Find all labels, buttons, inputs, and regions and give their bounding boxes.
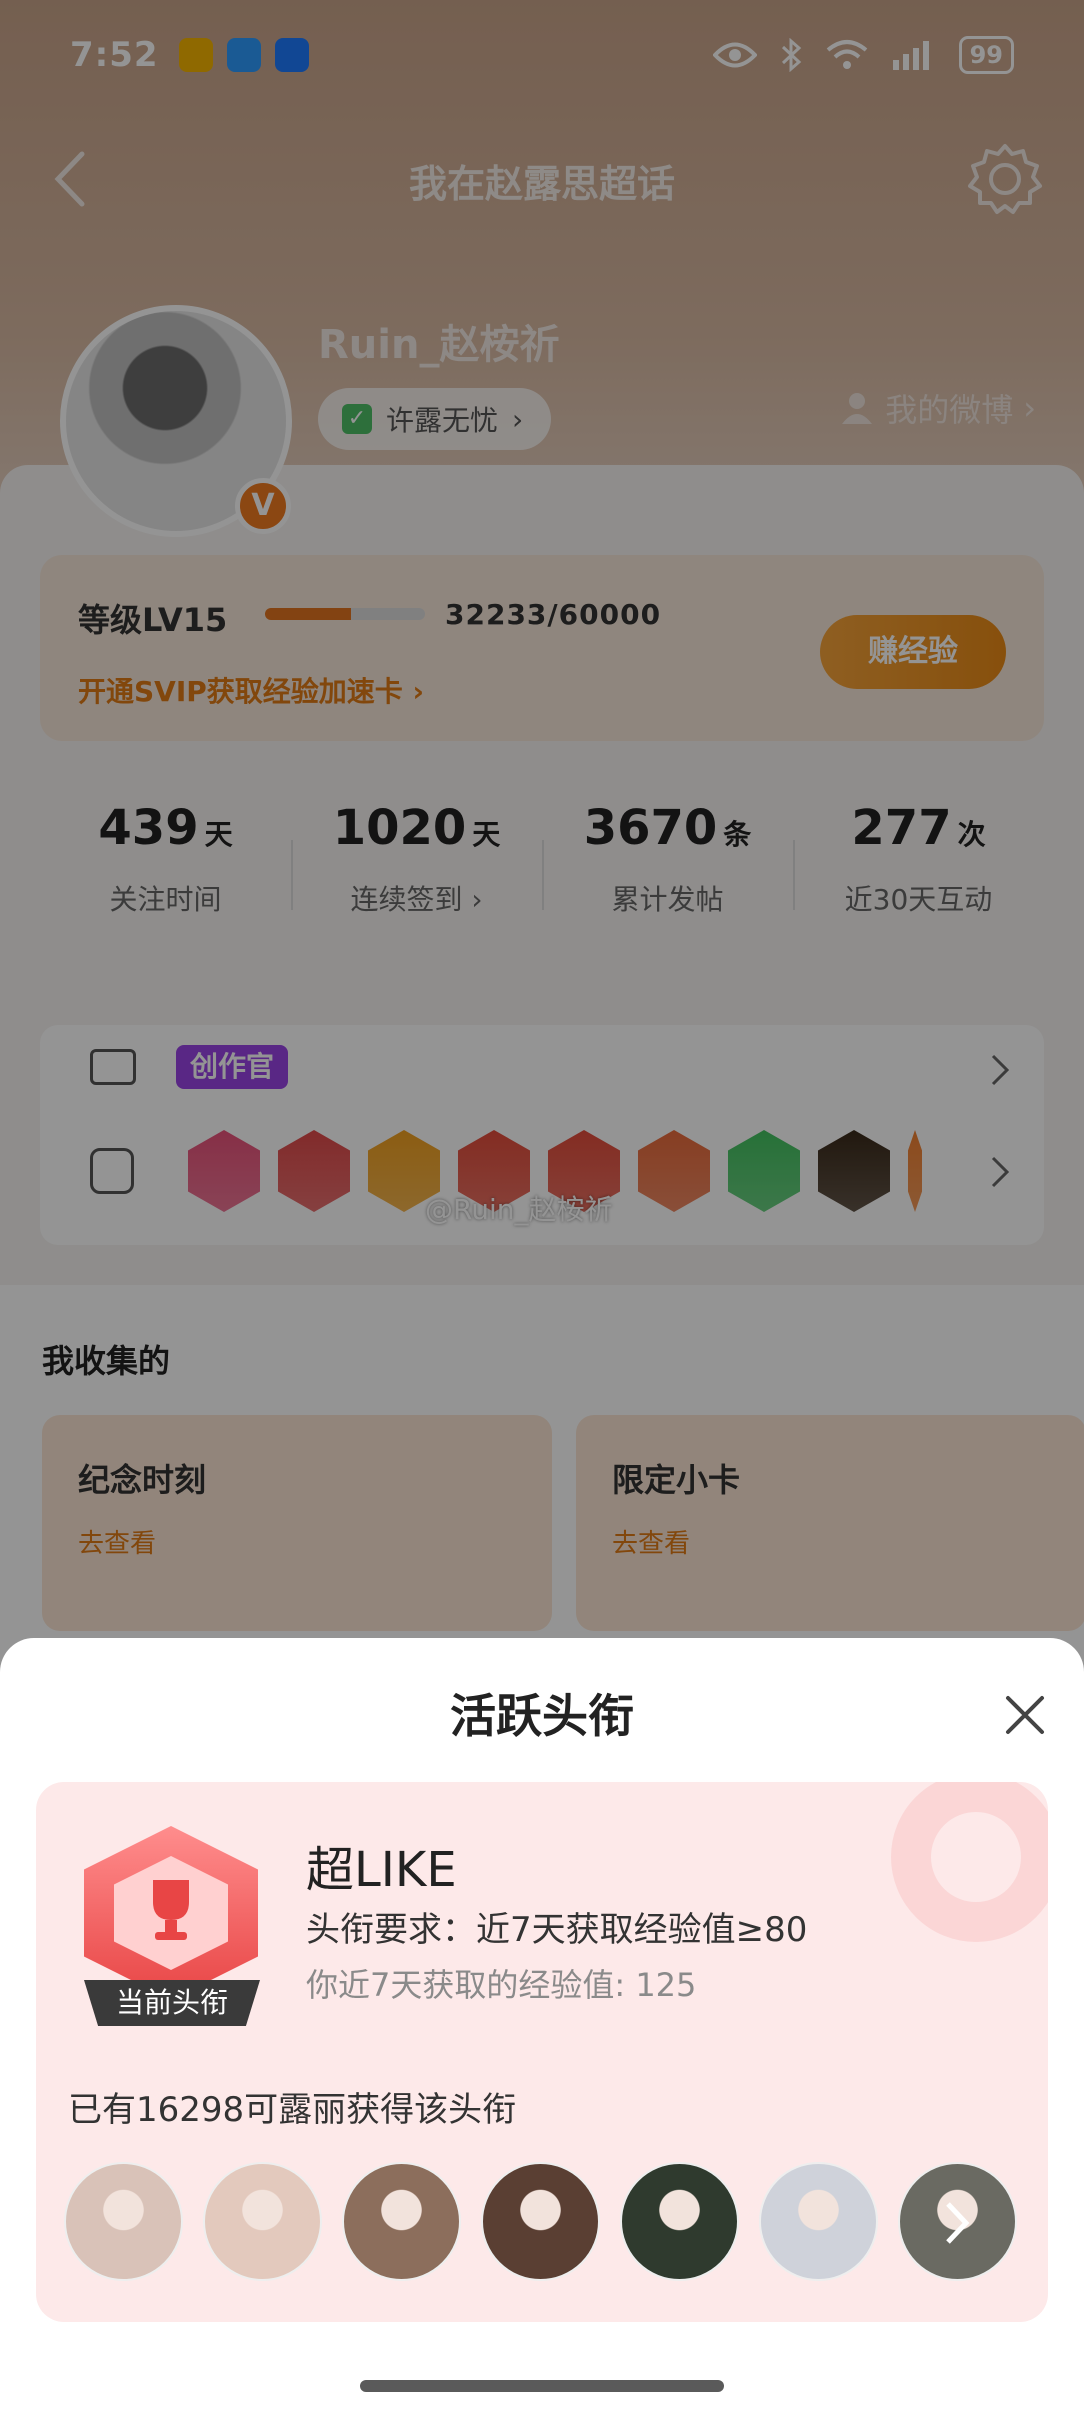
holder-avatar[interactable] [203, 2162, 322, 2281]
my-exp-value: 你近7天获取的经验值: 125 [306, 1966, 697, 2004]
holder-avatars [64, 2162, 1017, 2281]
more-avatars-button[interactable] [898, 2162, 1017, 2281]
title-name: 超LIKE [306, 1842, 457, 1898]
title-requirement: 头衔要求：近7天获取经验值≥80 [306, 1910, 808, 1950]
holder-avatar[interactable] [759, 2162, 878, 2281]
sheet-title: 活跃头衔 [450, 1689, 634, 1743]
trophy-icon [153, 1880, 189, 1940]
holder-avatar[interactable] [64, 2162, 183, 2281]
current-title-ribbon: 当前头衔 [84, 1980, 260, 2026]
home-indicator[interactable] [360, 2380, 724, 2392]
active-title-sheet: 活跃头衔 当前头衔 超LIKE 头衔要求：近7天获取经验值≥80 你近7天获取的… [0, 1638, 1084, 2412]
decoration [891, 1782, 1048, 1942]
holder-avatar[interactable] [620, 2162, 739, 2281]
holder-avatar[interactable] [342, 2162, 461, 2281]
chevron-right-icon [946, 2202, 970, 2244]
title-card: 当前头衔 超LIKE 头衔要求：近7天获取经验值≥80 你近7天获取的经验值: … [36, 1782, 1048, 2322]
holders-count: 已有16298可露丽获得该头衔 [68, 2090, 517, 2130]
holder-avatar[interactable] [481, 2162, 600, 2281]
close-icon[interactable] [998, 1688, 1052, 1742]
